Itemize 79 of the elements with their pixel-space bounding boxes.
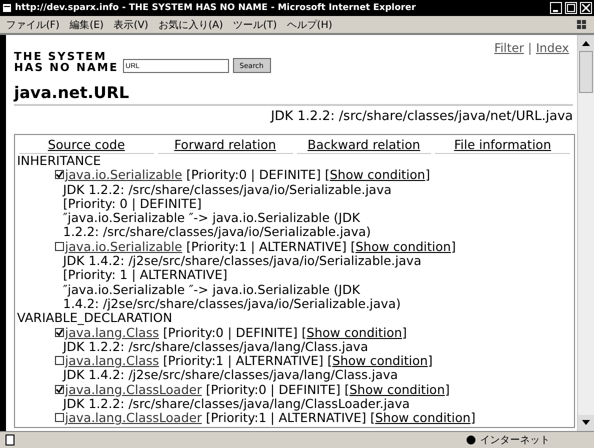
bracket: [ [344, 382, 350, 398]
menu-item[interactable]: ツール(T) [233, 18, 277, 32]
priority-label: [Priority:0 | DEFINITE] [206, 382, 340, 398]
tab-link[interactable]: Source code [19, 136, 154, 154]
class-link[interactable]: java.io.Serializable [65, 168, 182, 183]
scroll-up-icon[interactable] [582, 40, 590, 46]
menu-item[interactable]: 編集(E) [70, 18, 104, 32]
bracket: ] [425, 168, 430, 183]
bracket: [ [370, 411, 376, 426]
detail-line: [Priority: 1 | ALTERNATIVE] [63, 268, 228, 283]
priority-label: [Priority:1 | ALTERNATIVE] [186, 240, 347, 254]
bracket: ] [402, 326, 407, 340]
class-link[interactable]: java.lang.Class [65, 326, 160, 340]
detail-line: JDK 1.4.2: /j2se/src/share/classes/java/lang/Class.java [61, 368, 399, 383]
section-heading: INHERITANCE [17, 154, 102, 168]
show-condition-link[interactable]: Show condition [349, 382, 445, 398]
show-condition-link[interactable]: Show condition [330, 168, 426, 183]
bracket: [ [302, 326, 307, 340]
menu-item[interactable]: ヘルプ(H) [286, 18, 332, 32]
site-logo: THE SYSTEM HAS NO NAME [14, 51, 119, 73]
menu-item[interactable]: ファイル(F) [6, 18, 60, 32]
checkbox[interactable] [55, 242, 64, 251]
scroll-down-icon[interactable] [582, 420, 590, 426]
section-heading: VARIABLE_DECLARATION [17, 311, 172, 326]
page-title: java.net.URL [14, 83, 573, 106]
checkbox[interactable] [55, 413, 64, 422]
show-condition-link[interactable]: Show condition [306, 326, 402, 340]
bracket: ] [428, 354, 433, 368]
class-link[interactable]: java.lang.Class [65, 354, 160, 368]
detail-line: 1.2.2: /src/share/classes/java/io/Serializable.java) [62, 225, 372, 240]
detail-line: JDK 1.2.2: /src/share/classes/java/lang/ClassLoader.java [61, 397, 411, 412]
link-separator: | [528, 41, 532, 55]
bracket: ] [444, 382, 450, 398]
bracket: ] [450, 240, 456, 254]
windows-logo-icon [576, 18, 588, 30]
class-link[interactable]: java.io.Serializable [65, 240, 182, 254]
detail-line: JDK 1.2.2: /src/share/classes/java/lang/Class.java [61, 340, 370, 354]
detail-line: JDK 1.4.2: /j2se/src/share/classes/java/io/Serializable.java [61, 254, 422, 268]
priority-label: [Priority:1 | ALTERNATIVE] [163, 354, 324, 368]
page-icon [4, 434, 16, 446]
priority-label: [Priority:0 | DEFINITE] [186, 168, 321, 183]
tab-link[interactable]: File information [435, 136, 570, 154]
tab-link[interactable]: Forward relation [158, 136, 292, 154]
checkbox[interactable] [55, 170, 64, 180]
show-condition-link[interactable]: Show condition [375, 411, 471, 426]
bracket: [ [324, 168, 330, 183]
detail-line: [Priority: 0 | DEFINITE] [63, 196, 202, 212]
bracket: [ [327, 354, 332, 368]
checkbox[interactable] [55, 384, 64, 394]
nav-link[interactable]: Index [536, 41, 569, 55]
bracket: [ [350, 240, 356, 254]
scrollbar[interactable] [577, 35, 594, 431]
checkbox[interactable] [55, 356, 64, 366]
globe-icon [466, 435, 476, 445]
priority-label: [Priority:1 | ALTERNATIVE] [206, 411, 366, 426]
maximize-button[interactable] [565, 2, 577, 14]
tab-link[interactable]: Backward relation [296, 136, 432, 154]
priority-label: [Priority:0 | DEFINITE] [163, 326, 298, 340]
detail-line: JDK 1.2.2: /src/share/classes/java/io/Serializable.java [61, 182, 393, 197]
close-icon [582, 4, 590, 12]
detail-line: ″java.io.Serializable ″-> java.io.Serializable (JDK [62, 282, 362, 297]
class-link[interactable]: java.lang.ClassLoader [65, 382, 202, 398]
scroll-thumb[interactable] [579, 51, 593, 93]
class-link[interactable]: java.lang.ClassLoader [65, 411, 202, 426]
source-path: JDK 1.2.2: /src/share/classes/java/net/URL.java [269, 108, 574, 126]
menu-item[interactable]: お気に入り(A) [158, 18, 223, 32]
detail-line: ″java.io.Serializable ″-> java.io.Serializable (JDK [62, 211, 362, 226]
close-button[interactable] [580, 2, 592, 14]
show-condition-link[interactable]: Show condition [355, 240, 451, 254]
checkbox[interactable] [55, 328, 64, 337]
bracket: ] [470, 411, 476, 426]
minimize-button[interactable] [550, 2, 562, 14]
zone-label: インターネット [480, 434, 550, 447]
show-condition-link[interactable]: Show condition [332, 354, 428, 368]
nav-link[interactable]: Filter [494, 41, 524, 55]
menu-item[interactable]: 表示(V) [114, 18, 148, 32]
maximize-icon [567, 4, 575, 12]
window-title: http://dev.sparx.info - THE SYSTEM HAS NO NAME - Microsoft Internet Explorer [15, 3, 417, 13]
detail-line: 1.4.2: /j2se/src/share/classes/java/io/Serializable.java) [62, 296, 402, 312]
